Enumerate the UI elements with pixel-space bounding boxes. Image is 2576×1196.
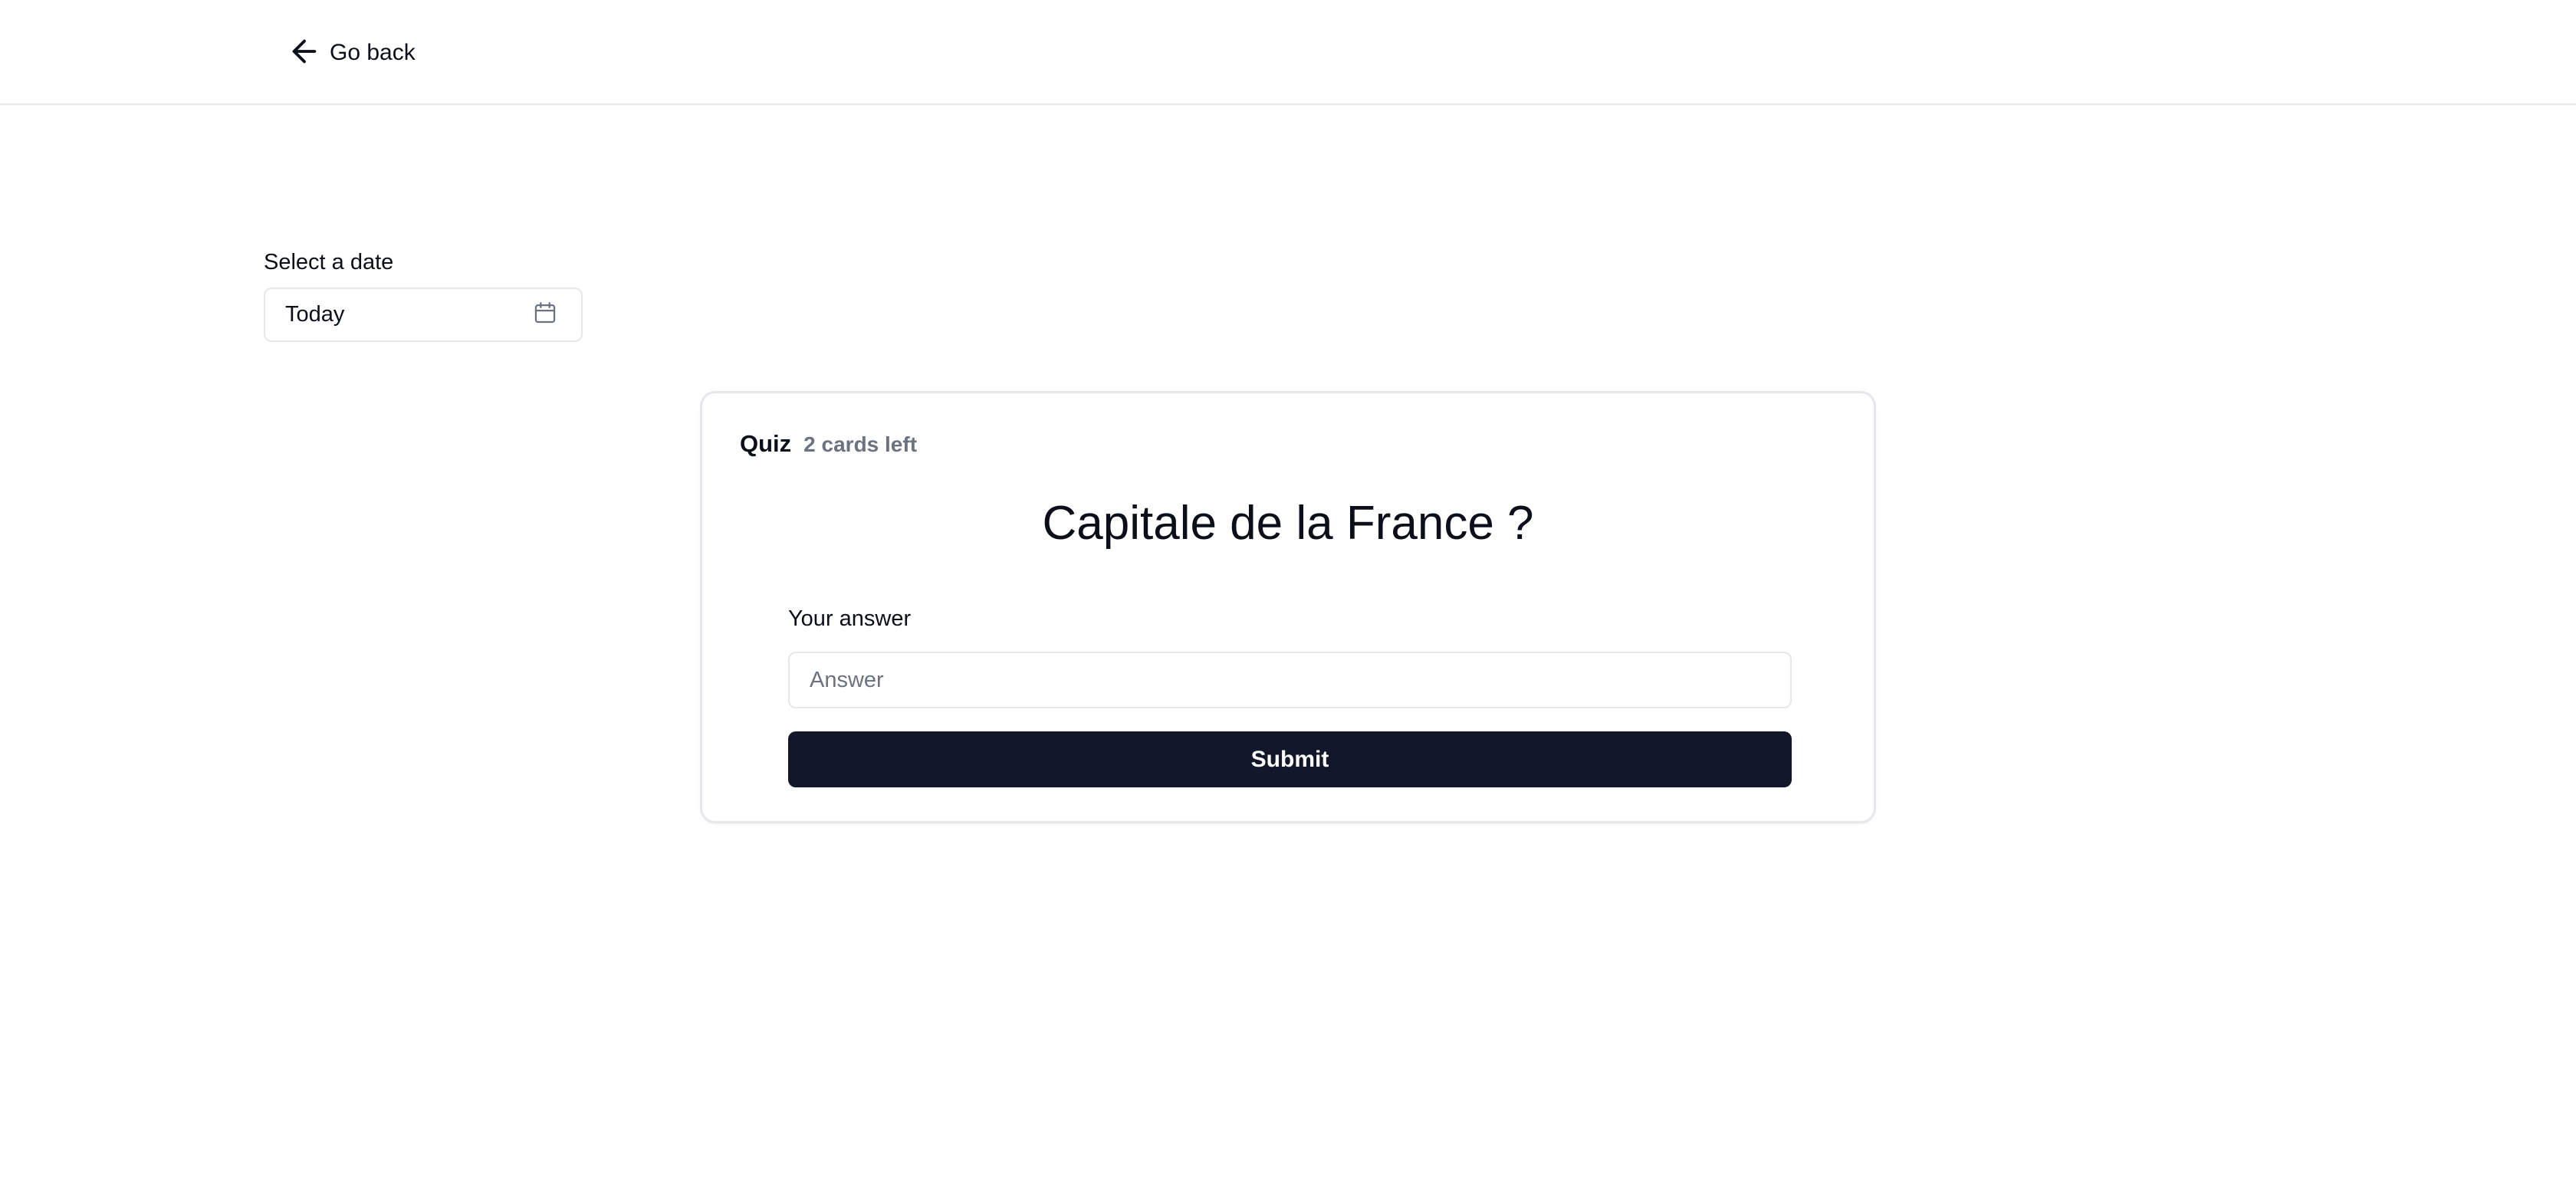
arrow-left-icon xyxy=(287,34,322,73)
date-picker-label: Select a date xyxy=(264,250,394,274)
calendar-icon xyxy=(532,300,558,330)
go-back-label: Go back xyxy=(330,40,416,65)
quiz-title: Quiz xyxy=(740,430,792,457)
quiz-card: Quiz 2 cards left Capitale de la France … xyxy=(700,391,1876,823)
cards-left-count: 2 cards left xyxy=(803,432,918,456)
quiz-card-header: Quiz 2 cards left xyxy=(740,430,917,458)
date-picker-value: Today xyxy=(285,302,345,327)
submit-button[interactable]: Submit xyxy=(788,731,1792,787)
answer-label: Your answer xyxy=(788,606,912,631)
go-back-button[interactable]: Go back xyxy=(287,34,416,72)
date-picker[interactable]: Today xyxy=(264,288,583,342)
quiz-question: Capitale de la France ? xyxy=(1042,497,1534,550)
top-bar: Go back xyxy=(0,0,2576,105)
answer-input[interactable] xyxy=(788,652,1792,708)
